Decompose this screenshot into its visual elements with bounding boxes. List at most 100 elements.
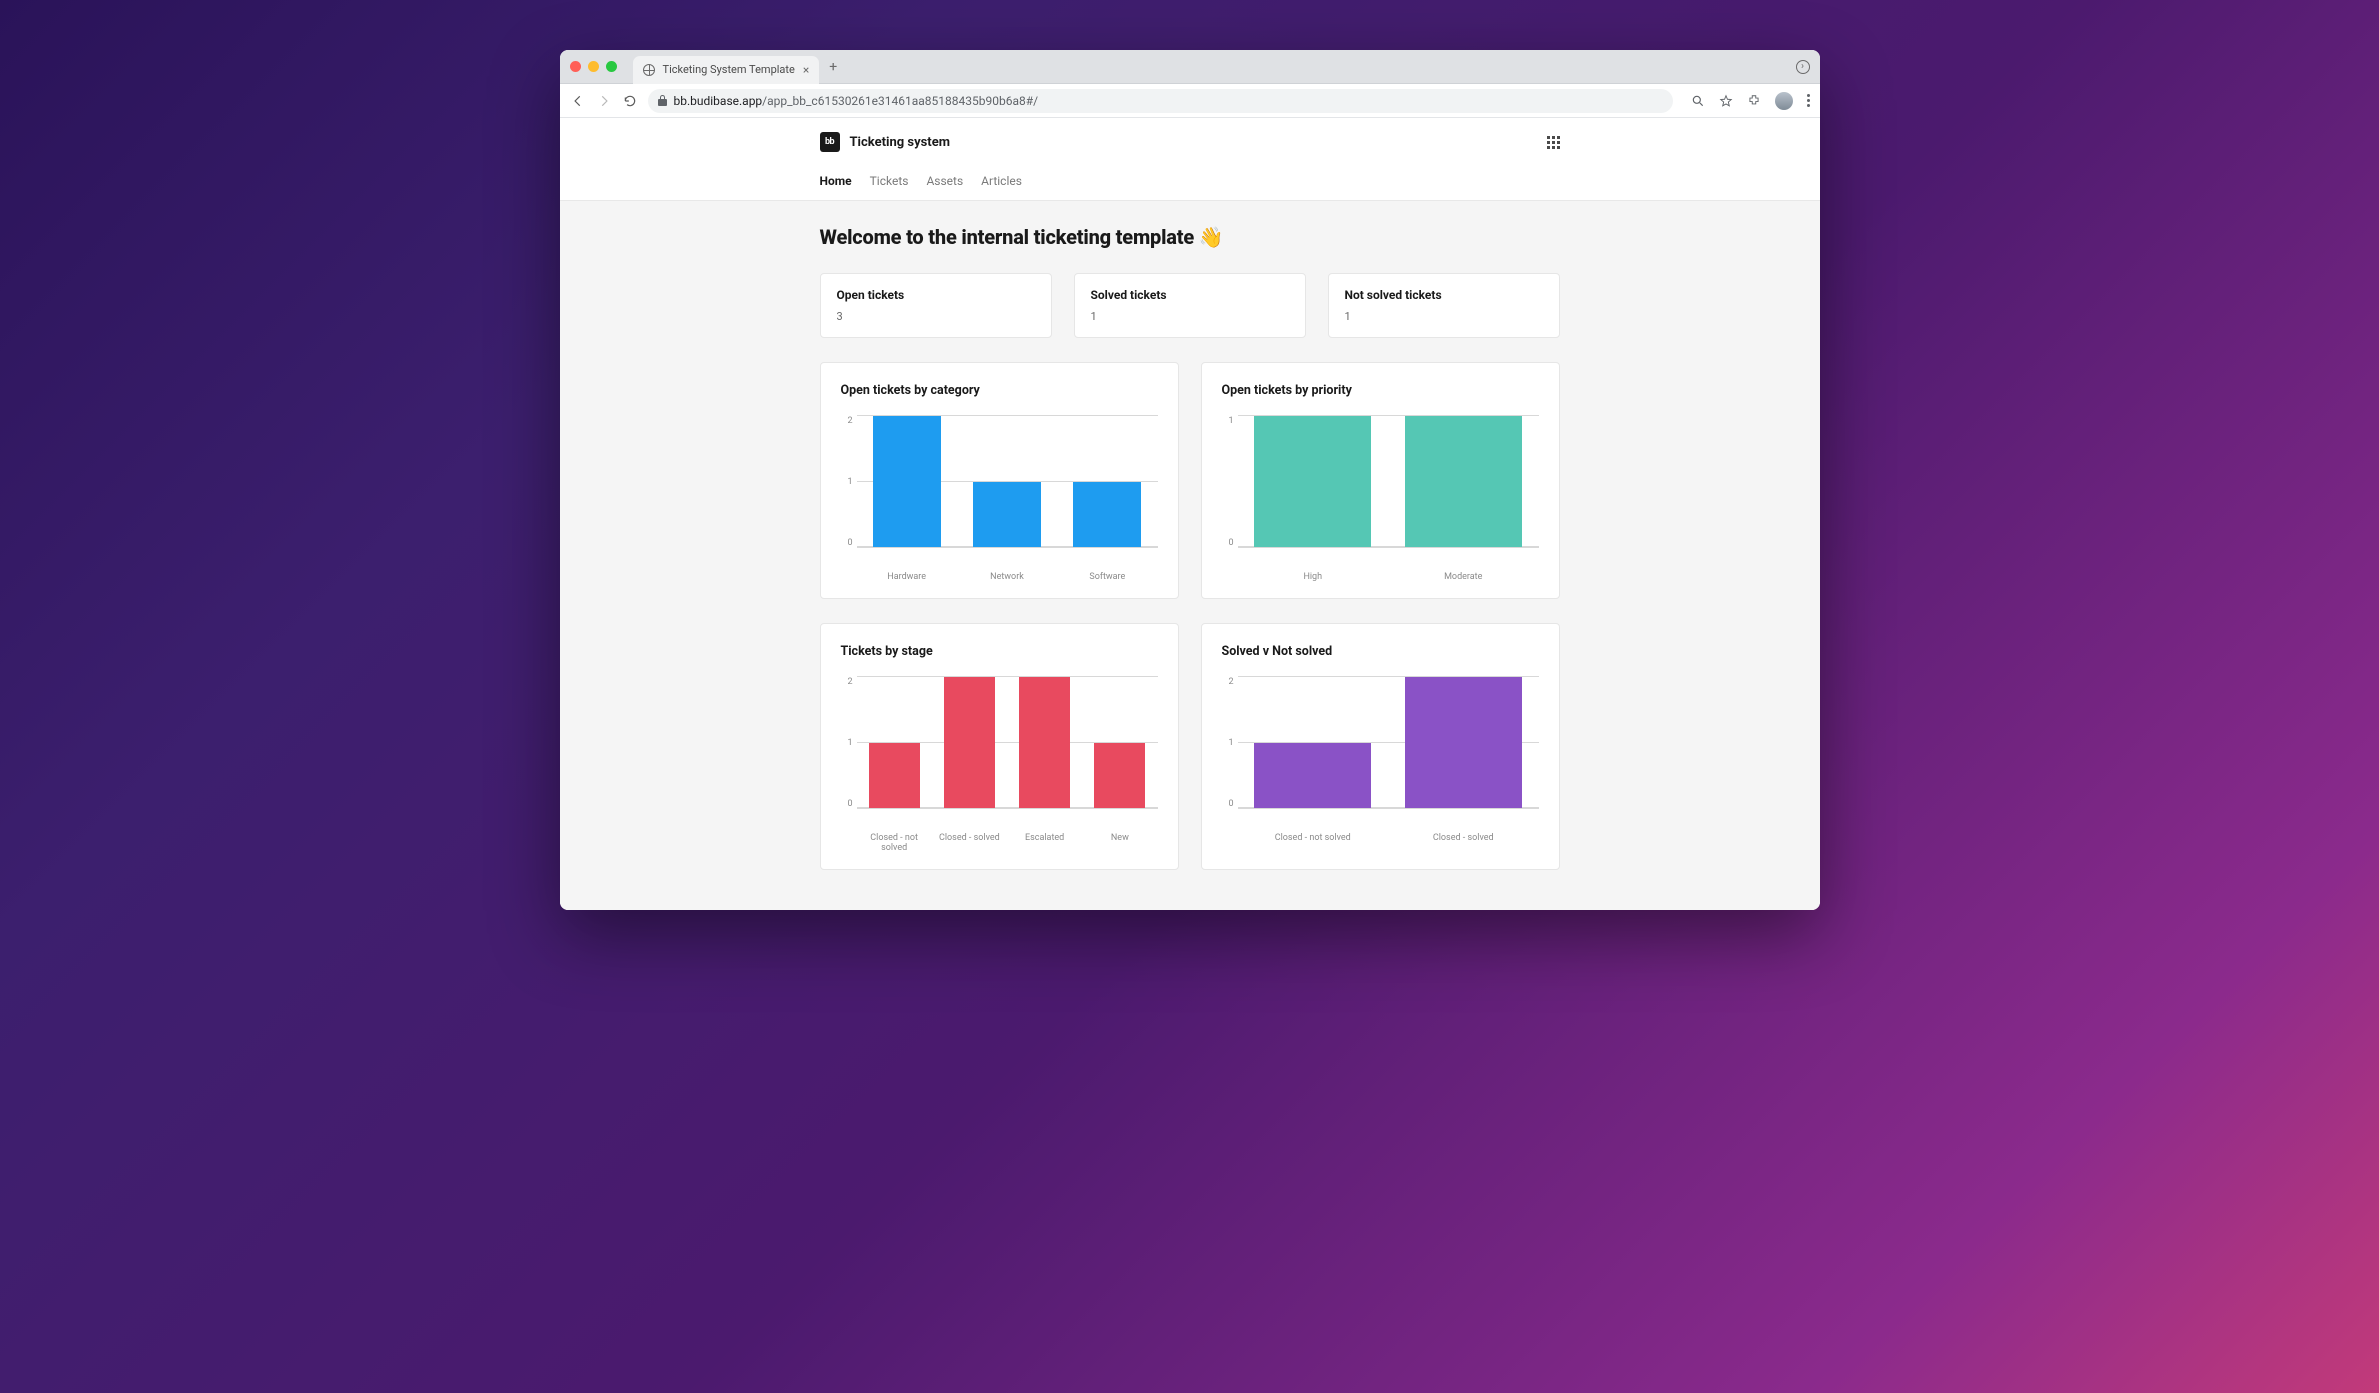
y-tick: 1 (1228, 416, 1233, 426)
stat-label: Not solved tickets (1345, 288, 1543, 302)
address-bar[interactable]: bb.budibase.app/app_bb_c61530261e31461aa… (648, 89, 1673, 113)
nav-tickets[interactable]: Tickets (870, 174, 909, 200)
globe-icon (643, 64, 655, 76)
nav-assets[interactable]: Assets (926, 174, 963, 200)
stat-card-solved: Solved tickets 1 (1074, 273, 1306, 338)
profile-avatar[interactable] (1775, 92, 1793, 110)
apps-grid-icon[interactable] (1547, 136, 1560, 149)
bar (1094, 743, 1145, 809)
window-close-button[interactable] (570, 61, 581, 72)
browser-window: Ticketing System Template × + › bb.budib… (560, 50, 1820, 910)
nav-articles[interactable]: Articles (981, 174, 1022, 200)
chart-row: Tickets by stage 2 1 0 Closed - not solvedCl… (820, 623, 1560, 870)
bar-slot (1238, 677, 1389, 808)
chart-open-by-category: Open tickets by category210HardwareNetwo… (820, 362, 1179, 599)
y-tick: 2 (847, 677, 852, 687)
x-tick: Escalated (1007, 833, 1082, 853)
plot-area (1238, 677, 1539, 809)
bar (973, 482, 1041, 548)
x-tick: Closed - solved (1388, 833, 1539, 843)
bar (873, 416, 941, 547)
bar-slot (857, 677, 932, 808)
toolbar-actions (1691, 92, 1810, 110)
page-title: Welcome to the internal ticketing templa… (820, 225, 1560, 249)
url-path: /app_bb_c61530261e31461aa85188435b90b6a8… (762, 94, 1038, 108)
app-viewport: bb Ticketing system Home Tickets Assets … (560, 118, 1820, 910)
bar-slot (1057, 416, 1157, 547)
y-tick: 1 (847, 477, 852, 487)
search-icon[interactable] (1691, 94, 1705, 108)
bar-slot (1388, 416, 1539, 547)
new-tab-button[interactable]: + (829, 59, 837, 75)
forward-button[interactable] (596, 93, 612, 109)
plot-area (857, 416, 1158, 548)
x-tick: Closed - solved (932, 833, 1007, 853)
star-icon[interactable] (1719, 94, 1733, 108)
app-header: bb Ticketing system Home Tickets Assets … (560, 118, 1820, 201)
stat-label: Solved tickets (1091, 288, 1289, 302)
bar (1405, 416, 1522, 547)
x-axis: Closed - not solvedClosed - solved (1238, 833, 1539, 843)
chart-plot: 210 (1222, 677, 1539, 827)
bar-slot (1082, 677, 1157, 808)
chart-plot: 10 (1222, 416, 1539, 566)
kebab-menu-icon[interactable] (1807, 94, 1810, 107)
chart-plot: 2 1 0 (841, 677, 1158, 827)
stat-card-open: Open tickets 3 (820, 273, 1052, 338)
y-tick: 2 (847, 416, 852, 426)
close-tab-icon[interactable]: × (803, 63, 809, 77)
nav-home[interactable]: Home (820, 174, 852, 200)
x-tick: Moderate (1388, 572, 1539, 582)
brand-logo: bb (820, 132, 840, 152)
bar (1073, 482, 1141, 548)
y-tick: 2 (1228, 677, 1233, 687)
chart-open-by-priority: Open tickets by priority10HighModerate (1201, 362, 1560, 599)
tab-overflow-icon[interactable]: › (1796, 60, 1810, 74)
chart-title: Open tickets by priority (1222, 383, 1539, 398)
bar (1405, 677, 1522, 808)
bar (1254, 416, 1371, 547)
browser-tab-title: Ticketing System Template (663, 63, 795, 76)
bar (944, 677, 995, 808)
plot-area (1238, 416, 1539, 548)
stat-label: Open tickets (837, 288, 1035, 302)
back-button[interactable] (570, 93, 586, 109)
bar-slot (957, 416, 1057, 547)
x-tick: Network (957, 572, 1057, 582)
window-maximize-button[interactable] (606, 61, 617, 72)
browser-tab[interactable]: Ticketing System Template × (633, 56, 820, 84)
y-axis: 2 1 0 (841, 677, 857, 809)
y-tick: 0 (847, 799, 852, 809)
x-tick: New (1082, 833, 1157, 853)
bar-slot (857, 416, 957, 547)
y-tick: 0 (1228, 538, 1233, 548)
main-nav: Home Tickets Assets Articles (820, 174, 1560, 200)
chart-title: Solved v Not solved (1222, 644, 1539, 659)
chart-title: Open tickets by category (841, 383, 1158, 398)
url-host: bb.budibase.app (674, 94, 763, 108)
x-tick: High (1238, 572, 1389, 582)
bar-slot (1238, 416, 1389, 547)
stat-value: 1 (1345, 310, 1543, 323)
stat-value: 1 (1091, 310, 1289, 323)
plot-area (857, 677, 1158, 809)
x-axis: Closed - not solvedClosed - solvedEscala… (857, 833, 1158, 853)
chart-title: Tickets by stage (841, 644, 1158, 659)
y-axis: 210 (841, 416, 857, 548)
bar (869, 743, 920, 809)
bar-slot (932, 677, 1007, 808)
chart-row: Open tickets by category210HardwareNetwo… (820, 362, 1560, 599)
y-tick: 1 (847, 738, 852, 748)
reload-button[interactable] (622, 93, 638, 109)
chart-solved-v-not: Solved v Not solved 210 Closed - not solve… (1201, 623, 1560, 870)
stat-cards: Open tickets 3 Solved tickets 1 Not solv… (820, 273, 1560, 338)
bar (1019, 677, 1070, 808)
extensions-icon[interactable] (1747, 94, 1761, 108)
x-tick: Software (1057, 572, 1157, 582)
x-axis: HardwareNetworkSoftware (857, 572, 1158, 582)
bar-slot (1388, 677, 1539, 808)
window-minimize-button[interactable] (588, 61, 599, 72)
app-brand[interactable]: bb Ticketing system (820, 132, 950, 152)
browser-tab-strip: Ticketing System Template × + › (560, 50, 1820, 84)
x-tick: Hardware (857, 572, 957, 582)
